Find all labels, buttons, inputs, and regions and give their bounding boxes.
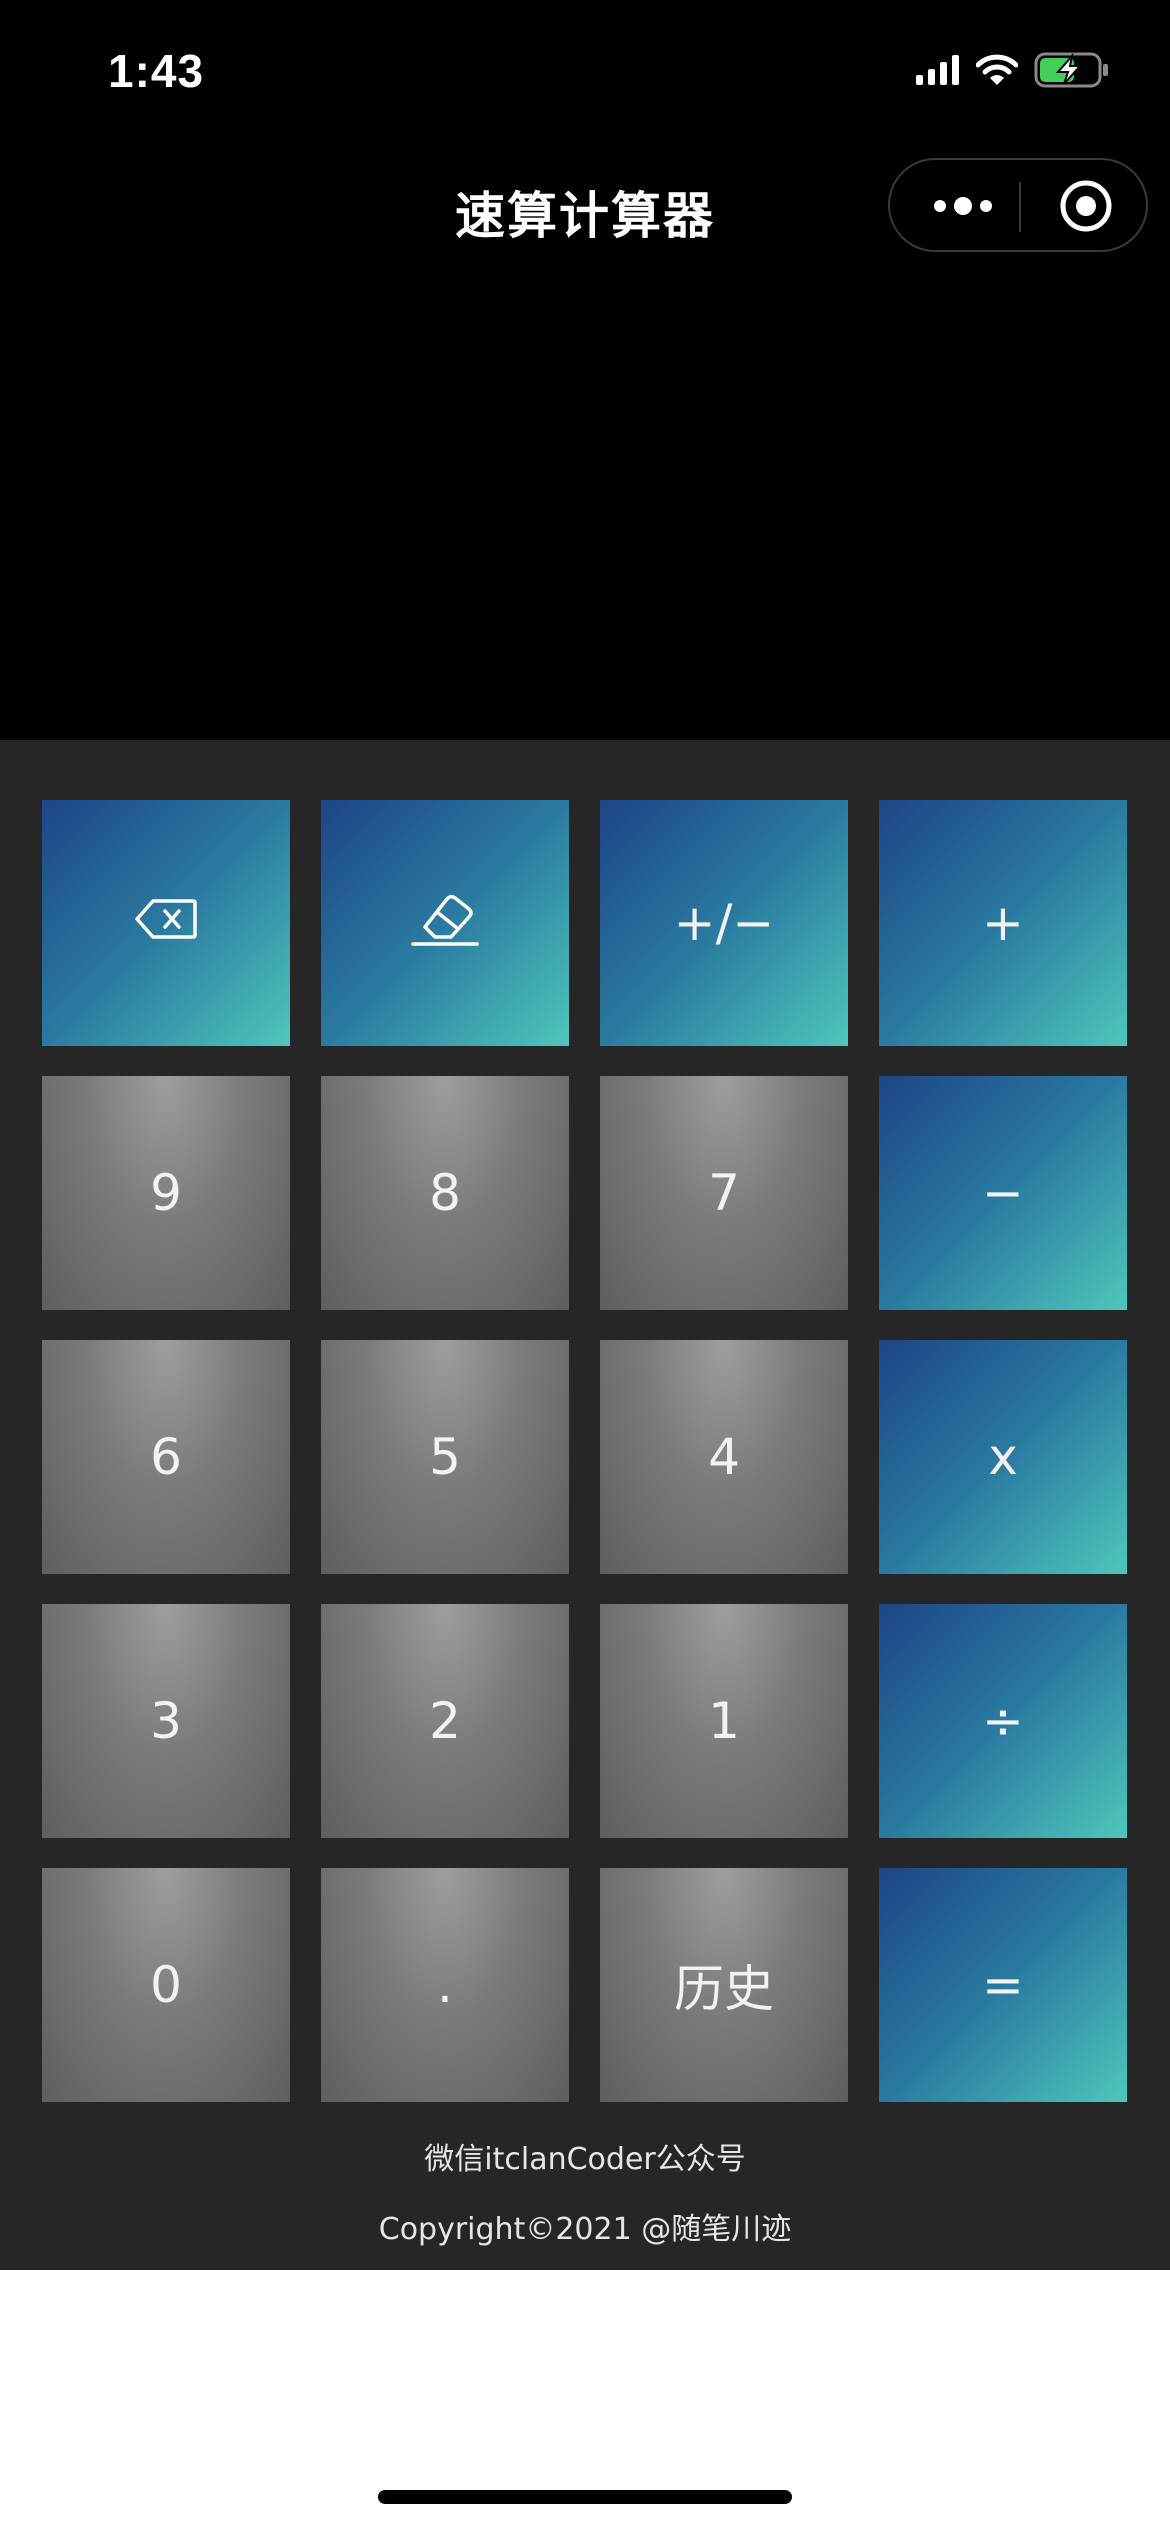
key-5[interactable]: 5 xyxy=(321,1340,569,1574)
home-indicator[interactable] xyxy=(378,2490,792,2504)
backspace-icon xyxy=(135,894,197,952)
mini-program-capsule xyxy=(888,158,1148,252)
signal-icon xyxy=(916,55,960,90)
decimal-button[interactable]: . xyxy=(321,1868,569,2102)
key-7[interactable]: 7 xyxy=(600,1076,848,1310)
mini-program-close-icon[interactable] xyxy=(1046,172,1126,240)
wifi-icon xyxy=(975,54,1019,91)
status-icons xyxy=(916,52,1110,93)
plus-button[interactable]: + xyxy=(879,800,1127,1046)
backspace-button[interactable] xyxy=(42,800,290,1046)
key-3[interactable]: 3 xyxy=(42,1604,290,1838)
key-4[interactable]: 4 xyxy=(600,1340,848,1574)
minus-button[interactable]: − xyxy=(879,1076,1127,1310)
eraser-icon xyxy=(411,887,479,959)
divide-button[interactable]: ÷ xyxy=(879,1604,1127,1838)
key-1[interactable]: 1 xyxy=(600,1604,848,1838)
equals-button[interactable]: = xyxy=(879,1868,1127,2102)
negate-button[interactable]: +/− xyxy=(600,800,848,1046)
multiply-button[interactable]: x xyxy=(879,1340,1127,1574)
display-area xyxy=(0,0,1170,740)
footer-wechat-text: 微信itclanCoder公众号 xyxy=(424,2142,746,2177)
history-button[interactable]: 历史 xyxy=(600,1868,848,2102)
key-6[interactable]: 6 xyxy=(42,1340,290,1574)
footer-copyright: Copyright©2021 @随笔川迹 xyxy=(378,2212,792,2247)
capsule-divider xyxy=(1019,182,1021,232)
key-8[interactable]: 8 xyxy=(321,1076,569,1310)
clear-button[interactable] xyxy=(321,800,569,1046)
key-2[interactable]: 2 xyxy=(321,1604,569,1838)
status-time: 1:43 xyxy=(108,45,205,97)
key-0[interactable]: 0 xyxy=(42,1868,290,2102)
key-9[interactable]: 9 xyxy=(42,1076,290,1310)
more-dots-icon[interactable] xyxy=(918,172,1008,240)
battery-charging-icon xyxy=(1034,52,1110,93)
